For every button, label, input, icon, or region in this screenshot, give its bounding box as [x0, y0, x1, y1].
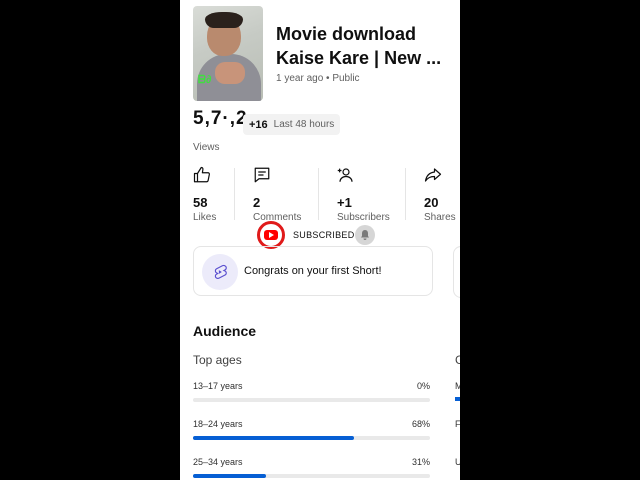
stat-value: 2 [253, 195, 261, 210]
stat-divider [234, 168, 235, 220]
video-title-line-1: Movie download [276, 24, 417, 44]
first-short-card[interactable]: Congrats on your first Short! [193, 246, 433, 296]
age-label: 18–24 years [193, 419, 243, 429]
age-label: 25–34 years [193, 457, 243, 467]
gender-peek-bar [455, 397, 460, 401]
analytics-screen: ᗷ∂ Movie download Kaise Kare | New ... 1… [180, 0, 460, 480]
youtube-subscribe-ring[interactable] [257, 221, 285, 249]
shorts-glyph-icon [214, 264, 227, 279]
thumbnail-person-hands [215, 62, 245, 84]
audience-title: Audience [193, 323, 257, 339]
stat-likes[interactable]: 58 Likes [193, 166, 216, 223]
bell-glyph-icon [361, 230, 369, 240]
comment-icon [254, 167, 270, 183]
gender-peek-label: M [455, 381, 460, 391]
views-delta: +16 [249, 118, 268, 131]
stat-subscribers[interactable]: +1 Subscribers [337, 166, 390, 223]
shorts-icon [202, 254, 238, 290]
stat-shares[interactable]: 20 Shares [424, 166, 456, 223]
top-ages-title: Top ages [193, 353, 242, 367]
age-bar-track [193, 436, 430, 440]
age-percent: 31% [411, 457, 430, 467]
stat-label: Subscribers [337, 212, 390, 223]
age-percent: 0% [416, 381, 430, 391]
stat-value: 58 [193, 195, 208, 210]
video-thumbnail[interactable]: ᗷ∂ [193, 6, 263, 101]
stat-label: Shares [424, 212, 456, 223]
first-short-text: Congrats on your first Short! [244, 265, 382, 277]
video-title-line-2: Kaise Kare | New ... [276, 48, 442, 68]
subscribed-label: SUBSCRIBED [293, 230, 355, 240]
age-percent: 68% [411, 419, 430, 429]
gender-peek-label: U [455, 457, 460, 467]
thumbs-up-icon [193, 166, 210, 183]
next-card-peek[interactable] [453, 246, 460, 298]
views-label: Views [193, 142, 220, 153]
stat-comments[interactable]: 2 Comments [253, 166, 301, 223]
age-bar-fill [193, 436, 355, 440]
video-title: Movie download Kaise Kare | New ... [276, 22, 451, 70]
views-period: Last 48 hours [273, 119, 335, 130]
age-label: 13–17 years [193, 381, 243, 391]
stat-divider [405, 168, 406, 220]
stat-divider [318, 168, 319, 220]
stat-label: Comments [253, 212, 302, 223]
views-count: 5,7·,2 [193, 108, 248, 129]
stat-value: 20 [424, 195, 439, 210]
gender-title-peek: G [455, 353, 460, 367]
views-delta-chip: +16 Last 48 hours [243, 114, 341, 135]
thumbnail-person-hair [205, 12, 243, 28]
gender-peek-label: F [455, 419, 460, 429]
add-person-icon [337, 168, 353, 182]
age-bar-fill [193, 474, 267, 478]
age-bar-track [193, 398, 430, 402]
stat-label: Likes [193, 212, 217, 223]
video-meta: 1 year ago • Public [276, 73, 360, 84]
bell-icon[interactable] [355, 225, 375, 245]
age-bar-track [193, 474, 430, 478]
stat-value: +1 [337, 195, 352, 210]
youtube-logo-icon [264, 230, 278, 240]
share-icon [424, 168, 442, 182]
thumbnail-overlay-mark: ᗷ∂ [198, 74, 212, 86]
